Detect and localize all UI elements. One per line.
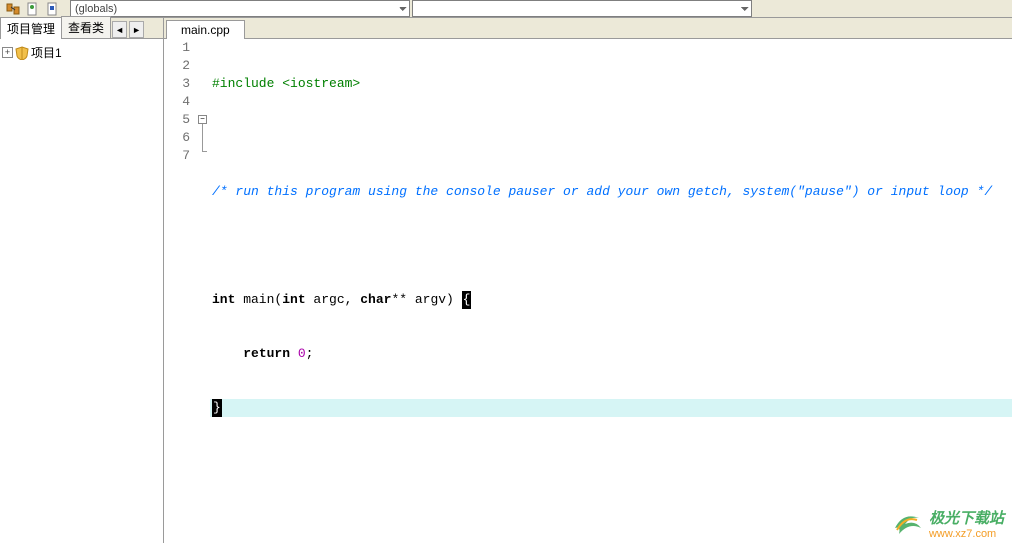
debug-icon[interactable]: [44, 1, 62, 17]
line-number: 4: [164, 93, 190, 111]
brace-open: {: [462, 291, 472, 309]
main-area: 项目管理 查看类 ◄ ► + 项目1 main.cpp 1 2 3 4: [0, 18, 1012, 543]
code-line: #include <iostream>: [210, 75, 1012, 93]
nav-next-button[interactable]: ►: [129, 21, 144, 38]
line-number: 7: [164, 147, 190, 165]
line-number: 5: [164, 111, 190, 129]
file-tab-main[interactable]: main.cpp: [166, 20, 245, 39]
watermark-text: 极光下载站 www.xz7.com: [929, 507, 1004, 540]
top-toolbar: (globals): [0, 0, 1012, 18]
watermark: 极光下载站 www.xz7.com: [891, 507, 1004, 540]
code-line-active: }: [210, 399, 1012, 417]
code-editor[interactable]: 1 2 3 4 5 6 7 − #include <iostream> /* r…: [164, 39, 1012, 543]
scope-selectors: (globals): [66, 0, 752, 17]
code-line: [210, 129, 1012, 147]
line-number: 3: [164, 75, 190, 93]
tab-project[interactable]: 项目管理: [0, 17, 62, 39]
code-content[interactable]: #include <iostream> /* run this program …: [210, 39, 1012, 543]
scope-combo[interactable]: (globals): [70, 0, 410, 17]
sidebar: 项目管理 查看类 ◄ ► + 项目1: [0, 18, 164, 543]
function-combo[interactable]: [412, 0, 752, 17]
fold-column: −: [196, 39, 210, 543]
bookmark-icon[interactable]: [24, 1, 42, 17]
watermark-url: www.xz7.com: [929, 528, 1004, 540]
tree-root-label: 项目1: [31, 44, 62, 61]
nav-prev-button[interactable]: ◄: [112, 21, 127, 38]
code-line: int main(int argc, char** argv) {: [210, 291, 1012, 309]
watermark-title: 极光下载站: [929, 507, 1004, 528]
code-line: /* run this program using the console pa…: [210, 183, 1012, 201]
fold-end-icon: [202, 151, 207, 152]
watermark-logo-icon: [891, 508, 923, 540]
project-tree[interactable]: + 项目1: [0, 39, 163, 543]
line-number: 1: [164, 39, 190, 57]
code-line: [210, 237, 1012, 255]
goto-icon[interactable]: [4, 1, 22, 17]
sidebar-tabs: 项目管理 查看类 ◄ ►: [0, 18, 163, 39]
line-number: 6: [164, 129, 190, 147]
code-line: return 0;: [210, 345, 1012, 363]
editor-area: main.cpp 1 2 3 4 5 6 7 − #include <iostr…: [164, 18, 1012, 543]
file-tabbar: main.cpp: [164, 18, 1012, 39]
project-icon: [15, 46, 29, 60]
tab-classview[interactable]: 查看类: [61, 16, 111, 38]
toolbar-icon-group: [0, 1, 66, 17]
fold-guide: [202, 124, 203, 151]
line-number: 2: [164, 57, 190, 75]
fold-toggle-icon[interactable]: −: [198, 115, 207, 124]
sidebar-nav: ◄ ►: [112, 21, 146, 38]
tree-root-row[interactable]: + 项目1: [2, 43, 161, 62]
expand-icon[interactable]: +: [2, 47, 13, 58]
cursor-brace-close: }: [212, 399, 222, 417]
line-gutter: 1 2 3 4 5 6 7: [164, 39, 196, 543]
